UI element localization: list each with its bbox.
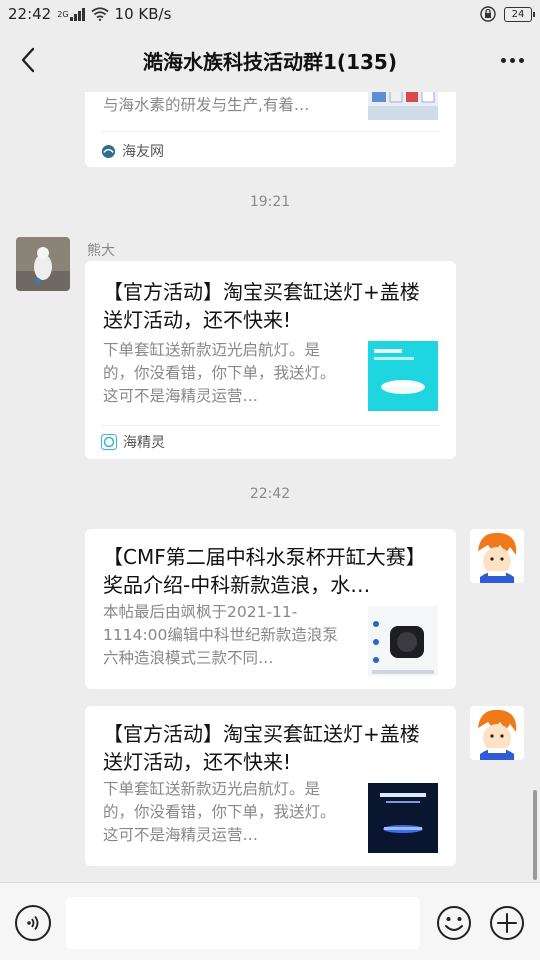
sender-name: 熊大 [87,243,115,259]
emoji-button[interactable] [436,905,472,941]
link-card-desc: 下单套缸送新款迈光启航灯。是的，你没看错，你下单，我送灯。这可不是海精灵运营… [103,780,336,844]
status-bar: 22:42 2G 10 KB/s 24 [0,0,540,28]
input-bar [0,882,540,960]
link-card-title: 【官方活动】淘宝买套缸送灯+盖楼送灯活动，还不快来! [103,280,420,332]
lock-rotation-icon [480,6,496,22]
back-button[interactable] [14,44,42,76]
link-card-desc: 本帖最后由飒枫于2021-11-1114:00编辑中科世纪新款造浪泵六种造浪模式… [103,603,338,667]
message-input[interactable] [66,897,420,949]
link-card-thumbnail [368,783,438,853]
avatar[interactable] [16,237,70,291]
link-card-divider [101,425,440,426]
avatar[interactable] [470,706,524,760]
plus-button[interactable] [489,905,525,941]
link-card-desc: 下单套缸送新款迈光启航灯。是的，你没看错，你下单，我送灯。这可不是海精灵运营… [103,341,336,405]
network-type: 2G [57,9,69,19]
chevron-left-icon [21,47,35,73]
message-list[interactable]: 与海水素的研发与生产,有着… 海友网 19:21 熊大 【官方活动】淘宝买套缸送… [0,92,540,882]
timestamp: 22:42 [249,486,291,502]
voice-button[interactable] [15,905,51,941]
link-card[interactable]: 【官方活动】淘宝买套缸送灯+盖楼送灯活动，还不快来! 下单套缸送新款迈光启航灯。… [85,261,456,459]
more-dot [518,57,524,63]
more-dots-icon [500,57,506,63]
link-card-source: 海精灵 [101,430,165,454]
link-card-thumbnail [368,606,438,676]
battery-icon: 24 [504,6,535,22]
voice-icon [27,915,39,931]
more-dot [509,57,515,63]
haijingling-logo-icon [101,434,117,450]
chat-header: 澔海水族科技活动群1(135) [0,28,540,92]
emoji-icon [437,906,471,940]
avatar[interactable] [470,529,524,583]
network-speed: 10 KB/s [114,5,172,23]
link-card[interactable]: 与海水素的研发与生产,有着… 海友网 [85,92,456,167]
link-card-desc: 与海水素的研发与生产,有着… [103,96,310,114]
link-card-thumbnail [368,341,438,411]
link-card-title: 【官方活动】淘宝买套缸送灯+盖楼送灯活动，还不快来! [103,722,420,774]
chat-title: 澔海水族科技活动群1(135) [143,49,397,74]
status-time: 22:42 [8,5,52,23]
link-card-divider [101,131,440,132]
haiyou-logo-icon [101,144,116,158]
wifi-icon [90,7,109,21]
link-card-thumbnail [368,92,438,120]
link-card-title: 【CMF第二届中科水泵杯开缸大赛】奖品介绍-中科新款造浪，水… [103,545,426,597]
timestamp: 19:21 [249,194,291,210]
link-card-source-name: 海友网 [122,144,164,160]
more-button[interactable] [496,44,528,76]
scrollbar[interactable] [533,790,537,880]
link-card[interactable]: 【官方活动】淘宝买套缸送灯+盖楼送灯活动，还不快来! 下单套缸送新款迈光启航灯。… [85,706,456,866]
link-card-source-name: 海精灵 [123,435,165,451]
plus-icon [490,906,524,940]
link-card[interactable]: 【CMF第二届中科水泵杯开缸大赛】奖品介绍-中科新款造浪，水… 本帖最后由飒枫于… [85,529,456,689]
battery-level: 24 [511,8,525,20]
signal-icon [69,7,85,21]
link-card-source: 海友网 [101,139,164,163]
